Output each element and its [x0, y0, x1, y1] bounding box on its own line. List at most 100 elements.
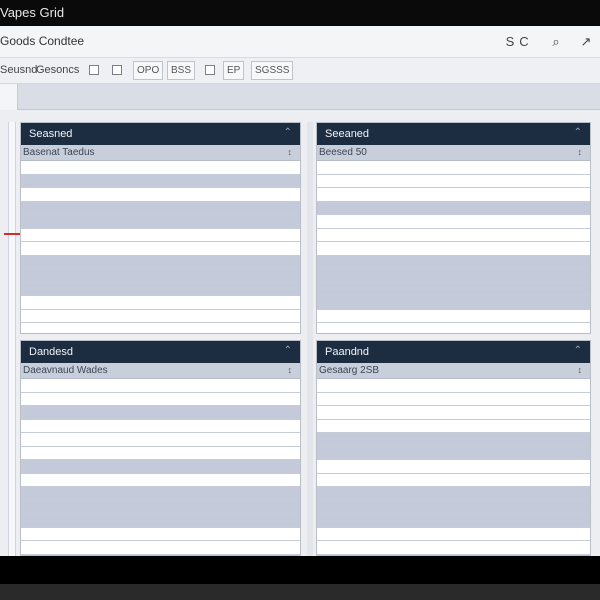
- table-row[interactable]: [317, 201, 590, 215]
- panel-title: Paandnd: [325, 346, 370, 358]
- table-row[interactable]: [317, 527, 590, 541]
- sort-icon[interactable]: ↕: [578, 147, 583, 157]
- table-row[interactable]: [21, 514, 300, 528]
- content-area: Seasned ⌃ Basenat Taedus ↕ Seeaned ⌃ Bee…: [0, 110, 600, 556]
- table-row[interactable]: [21, 379, 300, 393]
- table-row[interactable]: [317, 296, 590, 310]
- table-row[interactable]: [21, 419, 300, 433]
- collapse-icon[interactable]: ⌃: [284, 127, 292, 138]
- table-row[interactable]: [317, 500, 590, 514]
- search-icon[interactable]: ⌕: [546, 32, 566, 52]
- table-row[interactable]: [21, 446, 300, 460]
- table-row[interactable]: [21, 487, 300, 501]
- sub-toolbar-tab[interactable]: [0, 84, 18, 110]
- table-row[interactable]: [317, 309, 590, 323]
- toolbar-button-sgsss[interactable]: SGSSS: [251, 61, 294, 80]
- table-row[interactable]: [21, 255, 300, 269]
- table-row[interactable]: [317, 269, 590, 283]
- toolbar: Seusnd Gesoncs OPO BSS EP SGSSS: [0, 58, 600, 84]
- window-title: Vapes Grid: [0, 5, 65, 20]
- panel-column-label: Gesaarg 2SB: [319, 365, 380, 376]
- table-row[interactable]: [317, 242, 590, 256]
- table-row[interactable]: [21, 527, 300, 541]
- panel-rows: [21, 161, 300, 333]
- table-row[interactable]: [317, 282, 590, 296]
- table-row[interactable]: [317, 323, 590, 333]
- sort-icon[interactable]: ↕: [578, 365, 583, 375]
- table-row[interactable]: [21, 541, 300, 555]
- table-row[interactable]: [21, 309, 300, 323]
- panel-rows: [317, 161, 590, 333]
- toolbar-checkbox-3[interactable]: [205, 65, 215, 75]
- table-row[interactable]: [21, 282, 300, 296]
- collapse-icon[interactable]: ⌃: [284, 345, 292, 356]
- table-row[interactable]: [21, 242, 300, 256]
- table-row[interactable]: [21, 228, 300, 242]
- table-row[interactable]: [21, 296, 300, 310]
- panel-title: Seasned: [29, 128, 73, 140]
- panel-column-label: Basenat Taedus: [23, 147, 95, 158]
- collapse-icon[interactable]: ⌃: [574, 127, 582, 138]
- toolbar-button-ep[interactable]: EP: [223, 61, 245, 80]
- panel-column-header[interactable]: Gesaarg 2SB ↕: [317, 363, 590, 379]
- table-row[interactable]: [317, 215, 590, 229]
- table-row[interactable]: [21, 473, 300, 487]
- sort-icon[interactable]: ↕: [288, 147, 293, 157]
- panel-rows: [21, 379, 300, 555]
- table-row[interactable]: [317, 473, 590, 487]
- panel-bottom-right: Paandnd ⌃ Gesaarg 2SB ↕: [316, 340, 591, 556]
- panel-rows: [317, 379, 590, 555]
- table-row[interactable]: [21, 392, 300, 406]
- collapse-icon[interactable]: ⌃: [574, 345, 582, 356]
- toolbar-button-bss[interactable]: BSS: [167, 61, 196, 80]
- table-row[interactable]: [21, 201, 300, 215]
- table-row[interactable]: [317, 419, 590, 433]
- table-row[interactable]: [21, 215, 300, 229]
- share-icon[interactable]: ↗: [576, 32, 596, 52]
- table-row[interactable]: [317, 174, 590, 188]
- sub-toolbar: [0, 84, 600, 110]
- panel-header: Paandnd ⌃: [317, 341, 590, 363]
- table-row[interactable]: [21, 269, 300, 283]
- panel-column-label: Daeavnaud Wades: [23, 365, 108, 376]
- panel-divider[interactable]: [307, 122, 313, 556]
- panel-header: Seasned ⌃: [21, 123, 300, 145]
- left-gutter: [8, 122, 16, 556]
- table-row[interactable]: [317, 514, 590, 528]
- panel-column-header[interactable]: Daeavnaud Wades ↕: [21, 363, 300, 379]
- table-row[interactable]: [317, 487, 590, 501]
- table-row[interactable]: [21, 500, 300, 514]
- table-row[interactable]: [21, 188, 300, 202]
- sort-icon[interactable]: ↕: [288, 365, 293, 375]
- table-row[interactable]: [317, 433, 590, 447]
- table-row[interactable]: [317, 188, 590, 202]
- horizontal-scrollbar[interactable]: [0, 584, 600, 600]
- toolbar-label-seusnd: Seusnd: [0, 64, 38, 76]
- table-row[interactable]: [317, 406, 590, 420]
- table-row[interactable]: [317, 460, 590, 474]
- bottom-bar: [0, 556, 600, 584]
- table-row[interactable]: [21, 323, 300, 333]
- table-row[interactable]: [317, 161, 590, 175]
- table-row[interactable]: [317, 541, 590, 555]
- toolbar-button-opo[interactable]: OPO: [133, 61, 164, 80]
- table-row[interactable]: [21, 433, 300, 447]
- toolbar-label-gesoncs[interactable]: Gesoncs: [36, 64, 79, 76]
- table-row[interactable]: [21, 161, 300, 175]
- table-row[interactable]: [317, 379, 590, 393]
- table-row[interactable]: [21, 174, 300, 188]
- table-row[interactable]: [317, 446, 590, 460]
- toolbar-checkbox-2[interactable]: [112, 65, 122, 75]
- table-row[interactable]: [21, 460, 300, 474]
- table-row[interactable]: [317, 228, 590, 242]
- panel-column-header[interactable]: Beesed 50 ↕: [317, 145, 590, 161]
- panel-column-header[interactable]: Basenat Taedus ↕: [21, 145, 300, 161]
- panel-top-right: Seeaned ⌃ Beesed 50 ↕: [316, 122, 591, 334]
- refresh-icon[interactable]: C: [514, 32, 534, 52]
- panel-header: Seeaned ⌃: [317, 123, 590, 145]
- table-row[interactable]: [317, 392, 590, 406]
- panel-title: Seeaned: [325, 128, 370, 140]
- table-row[interactable]: [21, 406, 300, 420]
- toolbar-checkbox-1[interactable]: [89, 65, 99, 75]
- table-row[interactable]: [317, 255, 590, 269]
